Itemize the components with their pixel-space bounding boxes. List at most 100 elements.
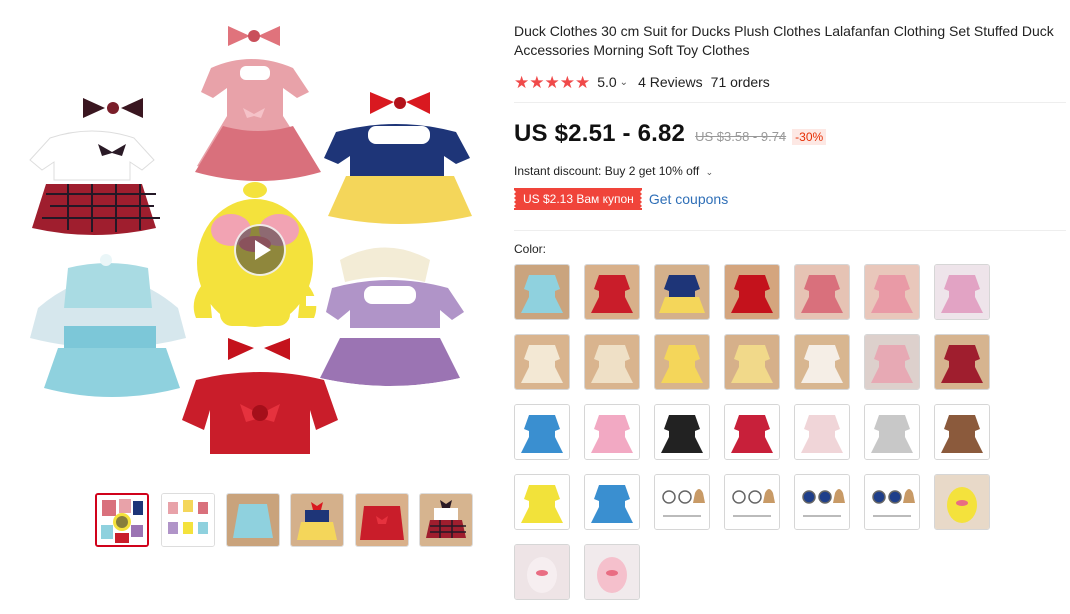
color-swatch-snow-white[interactable] [654,264,710,320]
instant-discount-text: Instant discount: Buy 2 get 10% off [514,164,700,178]
swatch-image [725,335,779,389]
color-swatch-glasses-set-1[interactable] [654,474,710,530]
color-swatch-red-kimono[interactable] [584,264,640,320]
color-swatch-white-heart[interactable] [794,404,850,460]
swatch-image [515,335,569,389]
snow-white-figure [324,92,472,224]
thumbnail-collage-video [97,495,147,545]
color-swatch-cream-dress[interactable] [514,334,570,390]
divider [514,102,1066,103]
thumbnail-snow-white [291,494,343,546]
chevron-down-icon: ⌄ [705,167,714,177]
thumbnail-red-kimono [356,494,408,546]
pink-floral-dress-figure [195,26,321,181]
chevron-down-icon[interactable]: ⌄ [620,77,628,88]
thumbnail-4[interactable] [290,493,344,547]
thumbnail-2[interactable] [161,493,215,547]
instant-discount[interactable]: Instant discount: Buy 2 get 10% off ⌄ [514,164,713,178]
divider [514,230,1066,231]
color-swatch-blue-shirt-hat[interactable] [584,474,640,530]
plaid-outfit-figure [29,98,160,235]
swatch-image [865,475,919,529]
swatch-image [515,265,569,319]
color-swatch-cream-dress-2[interactable] [584,334,640,390]
swatch-image [585,405,639,459]
coupon-badge[interactable]: US $2.13 Вам купон [514,188,642,210]
color-swatch-duck-white[interactable] [514,544,570,600]
swatch-image [515,545,569,599]
color-swatch-brown-overalls[interactable] [934,404,990,460]
swatch-image [935,405,989,459]
original-price: US $3.58 - 9.74 [695,129,787,144]
thumbnail-3[interactable] [226,493,280,547]
swatch-image [655,265,709,319]
get-coupons-link[interactable]: Get coupons [649,191,728,207]
color-label: Color: [514,242,547,256]
thumbnail-blue-dress [227,494,279,546]
coupon-row: US $2.13 Вам купон Get coupons [514,188,728,210]
color-swatch-glasses-set-3[interactable] [794,474,850,530]
thumbnail-5[interactable] [355,493,409,547]
swatch-image [935,475,989,529]
color-swatch-duck-pink[interactable] [584,544,640,600]
swatch-image [795,475,849,529]
rating-score[interactable]: 5.0 [597,74,616,90]
color-swatch-red-heart[interactable] [724,404,780,460]
main-product-image[interactable] [28,8,498,468]
color-swatch-grey-heart[interactable] [864,404,920,460]
color-swatch-overalls-black[interactable] [654,404,710,460]
swatch-image [935,335,989,389]
color-swatch-glasses-set-4[interactable] [864,474,920,530]
swatch-image [515,475,569,529]
swatch-image [655,405,709,459]
swatch-image [795,405,849,459]
rating-row: ★★★★★ 5.0 ⌄ 4 Reviews 71 orders [514,72,1070,92]
purple-floral-dress-figure [320,247,464,394]
color-swatch-blue-dress[interactable] [514,264,570,320]
product-gallery [28,8,498,547]
thumbnail-collage [162,494,214,546]
product-info: Duck Clothes 30 cm Suit for Ducks Plush … [514,0,1070,92]
color-swatch-glasses-set-2[interactable] [724,474,780,530]
swatch-image [865,405,919,459]
price-row: US $2.51 - 6.82 US $3.58 - 9.74 -30% [514,120,827,148]
color-swatch-pink-dress[interactable] [864,264,920,320]
color-swatch-pink-bow[interactable] [934,264,990,320]
play-icon [255,240,271,260]
thumbnail-plaid [420,494,472,546]
color-swatch-white-dress[interactable] [794,334,850,390]
color-swatch-blue-shirt[interactable] [514,404,570,460]
color-swatch-yellow-shirt[interactable] [514,474,570,530]
current-price: US $2.51 - 6.82 [514,120,686,147]
color-swatch-pink-ruffle[interactable] [584,404,640,460]
color-swatch-plaid[interactable] [934,334,990,390]
reviews-link[interactable]: 4 Reviews [638,74,703,90]
video-play-button[interactable] [234,224,286,276]
color-swatch-yellow-dress[interactable] [654,334,710,390]
swatch-image [515,405,569,459]
thumbnail-6[interactable] [419,493,473,547]
color-swatch-pink-frill[interactable] [864,334,920,390]
product-title: Duck Clothes 30 cm Suit for Ducks Plush … [514,23,1054,58]
swatch-image [655,335,709,389]
color-swatch-pink-floral[interactable] [794,264,850,320]
orders-count: 71 orders [710,74,770,90]
red-kimono-figure [182,338,338,454]
swatch-image [585,545,639,599]
swatch-image [865,265,919,319]
color-swatch-red-floral[interactable] [724,264,780,320]
stars-glyphs: ★★★★★ [514,72,591,92]
swatch-image [585,335,639,389]
color-swatch-yellow-floral[interactable] [724,334,780,390]
swatch-image [795,335,849,389]
swatch-image [795,265,849,319]
swatch-image [585,265,639,319]
swatch-image [725,475,779,529]
light-blue-dress-figure [30,254,186,397]
color-swatch-duck-yellow[interactable] [934,474,990,530]
swatch-image [935,265,989,319]
swatch-image [655,475,709,529]
thumbnail-1[interactable] [95,493,149,547]
discount-badge: -30% [792,129,827,145]
swatch-image [725,265,779,319]
